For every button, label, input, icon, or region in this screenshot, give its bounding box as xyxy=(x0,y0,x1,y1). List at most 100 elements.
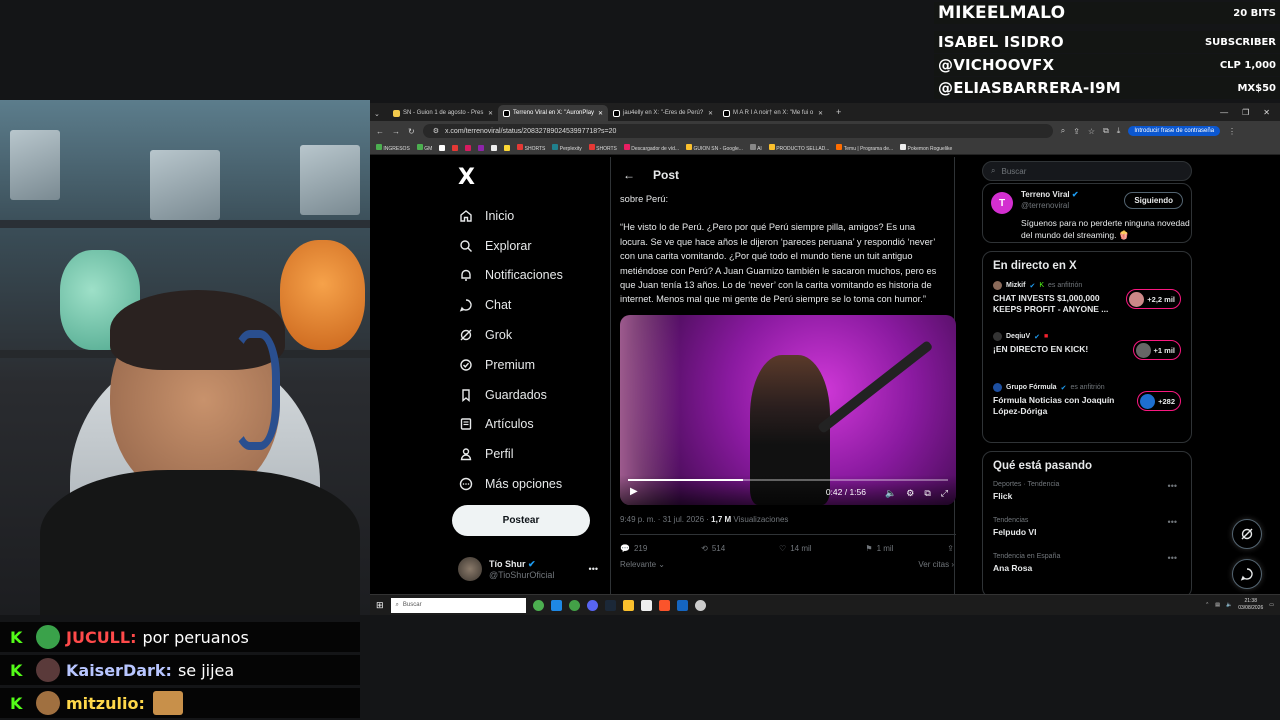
nav-item-articulos[interactable]: Artículos xyxy=(452,410,612,440)
steam-icon[interactable] xyxy=(604,599,616,611)
browser-tab[interactable]: M A R I A noir† en X: "Me fui o ✕ xyxy=(718,105,828,121)
nav-item-chat[interactable]: Chat xyxy=(452,290,612,320)
play-icon[interactable]: ▶ xyxy=(630,486,638,497)
taskbar-app-icon[interactable] xyxy=(550,599,562,611)
settings-icon[interactable]: ⚙ xyxy=(906,488,914,499)
live-item[interactable]: Mizkif ✔ Kes anfitrión CHAT INVESTS $1,000… xyxy=(993,281,1181,332)
messages-fab-icon[interactable] xyxy=(1232,559,1262,589)
windows-start-icon[interactable]: ⊞ xyxy=(376,600,384,611)
star-icon[interactable]: ☆ xyxy=(1088,127,1095,136)
browser-tab[interactable]: Terreno Viral en X: "AuronPlay ✕ xyxy=(498,105,608,121)
new-tab-icon[interactable]: + xyxy=(828,107,849,121)
notification-icon[interactable]: ▭ xyxy=(1269,602,1274,608)
bookmark-item[interactable]: SHORTS xyxy=(588,143,617,152)
video-player[interactable]: ▶ 0:42 / 1:56 🔈 ⚙ ⧉ ⤢ xyxy=(620,314,956,505)
nav-item-grok[interactable]: Grok xyxy=(452,320,612,350)
bookmark-icon[interactable] xyxy=(478,144,485,151)
bookmark-icon[interactable] xyxy=(452,144,459,151)
live-listeners-badge[interactable]: +2,2 mil xyxy=(1126,289,1181,309)
network-icon[interactable]: ▤ xyxy=(1215,602,1220,608)
discord-icon[interactable] xyxy=(586,599,598,611)
minimize-icon[interactable]: — xyxy=(1220,108,1228,117)
avatar[interactable]: T xyxy=(991,192,1013,214)
notepad-icon[interactable] xyxy=(640,599,652,611)
nav-item-notificaciones[interactable]: Notificaciones xyxy=(452,261,612,291)
post-button[interactable]: Postear xyxy=(452,504,590,536)
share-button[interactable]: ⇪ xyxy=(947,544,954,553)
bookmark-icon[interactable] xyxy=(465,144,472,151)
bookmark-button[interactable]: ⚑ 1 mil xyxy=(865,544,893,553)
taskbar-app-icon[interactable] xyxy=(568,599,580,611)
search-input[interactable]: ⌕ Buscar xyxy=(982,161,1192,181)
bookmark-item[interactable]: AI xyxy=(749,143,762,152)
url-field[interactable]: ⚙ x.com/terrenoviral/status/208327890245… xyxy=(422,124,1053,138)
site-info-icon[interactable]: ⚙ xyxy=(433,127,439,135)
trend-item[interactable]: Deportes · Tendencia Flick ••• xyxy=(993,481,1181,517)
close-window-icon[interactable]: ✕ xyxy=(1263,108,1270,117)
bookmark-item[interactable]: SHORTS xyxy=(517,143,545,152)
browser-tab[interactable]: jau4elly en X: "-Eres de Perú? ✕ xyxy=(608,105,718,121)
back-arrow-icon[interactable]: ← xyxy=(623,168,635,182)
bookmark-item[interactable]: GUION SN - Google... xyxy=(686,143,743,152)
taskbar-app-icon[interactable] xyxy=(676,599,688,611)
more-dots-icon[interactable]: ••• xyxy=(1168,553,1177,563)
following-button[interactable]: Siguiendo xyxy=(1124,192,1183,209)
back-icon[interactable]: ← xyxy=(376,127,384,136)
repost-button[interactable]: ⟲ 514 xyxy=(701,544,725,553)
more-dots-icon[interactable]: ••• xyxy=(1168,517,1177,527)
nav-item-perfil[interactable]: Perfil xyxy=(452,439,612,469)
nav-item-guardados[interactable]: Guardados xyxy=(452,380,612,410)
close-tab-icon[interactable]: ✕ xyxy=(598,110,603,117)
quotes-link[interactable]: Ver citas › xyxy=(918,560,954,569)
live-item[interactable]: DeqiuV ✔ ■ ¡EN DIRECTO EN KICK! +1 mil xyxy=(993,332,1181,383)
nav-item-premium[interactable]: Premium xyxy=(452,350,612,380)
clock[interactable]: 21:38 03/08/2026 xyxy=(1238,598,1263,612)
grok-fab-icon[interactable] xyxy=(1232,519,1262,549)
reload-icon[interactable]: ↻ xyxy=(408,127,415,136)
bookmark-item[interactable]: Pokemon Roguelike xyxy=(900,143,952,152)
bookmark-icon[interactable] xyxy=(504,144,511,151)
more-dots-icon[interactable]: ••• xyxy=(1168,481,1177,491)
download-icon[interactable]: ⤓ xyxy=(1117,126,1121,136)
chrome-icon[interactable] xyxy=(532,599,544,611)
trend-item[interactable]: Tendencias Felpudo VI ••• xyxy=(993,517,1181,553)
nav-item-mas-opciones[interactable]: Más opciones xyxy=(452,469,612,499)
fullscreen-icon[interactable]: ⤢ xyxy=(941,488,948,499)
bookmark-icon[interactable] xyxy=(439,144,446,151)
nav-item-explorar[interactable]: Explorar xyxy=(452,231,612,261)
tray-arrow-icon[interactable]: ⌃ xyxy=(1205,602,1209,608)
brave-icon[interactable] xyxy=(658,599,670,611)
extensions-icon[interactable]: ⧉ xyxy=(1103,126,1109,136)
menu-icon[interactable]: ⋮ xyxy=(1228,127,1236,136)
bookmark-item[interactable]: Perplexity xyxy=(552,143,582,152)
close-tab-icon[interactable]: ✕ xyxy=(818,110,823,117)
close-tab-icon[interactable]: ✕ xyxy=(708,110,713,117)
sort-dropdown[interactable]: Relevante ⌄ xyxy=(620,560,665,569)
taskbar-search[interactable]: ⌕ Buscar xyxy=(390,597,526,613)
pip-icon[interactable]: ⧉ xyxy=(924,488,930,499)
browser-tab[interactable]: SN - Guion 1 de agosto - Pres ✕ xyxy=(388,105,498,121)
x-logo-icon[interactable]: X xyxy=(458,165,612,190)
reply-button[interactable]: 💬 219 xyxy=(620,544,647,553)
live-listeners-badge[interactable]: +1 mil xyxy=(1132,340,1181,360)
nav-item-inicio[interactable]: Inicio xyxy=(452,201,612,231)
like-button[interactable]: ♡ 14 mil xyxy=(779,544,812,553)
volume-icon[interactable]: 🔈 xyxy=(885,488,896,499)
trend-item[interactable]: Tendencia en España Ana Rosa ••• xyxy=(993,553,1181,589)
close-tab-icon[interactable]: ✕ xyxy=(488,110,493,117)
forward-icon[interactable]: → xyxy=(392,127,400,136)
password-prompt-button[interactable]: Introducir frase de contraseña xyxy=(1128,126,1221,136)
taskbar-app-icon[interactable] xyxy=(694,599,706,611)
account-switcher[interactable]: Tío Shur ✔ @TioShurOficial ••• xyxy=(458,557,598,581)
bookmark-item[interactable]: PRODUCTO SELLAD... xyxy=(768,143,829,152)
share-icon[interactable]: ⇪ xyxy=(1073,127,1080,136)
bookmark-item[interactable]: GM xyxy=(416,143,432,152)
volume-icon[interactable]: 🔈 xyxy=(1226,602,1232,608)
bookmark-icon[interactable] xyxy=(491,144,498,151)
maximize-icon[interactable]: ❐ xyxy=(1242,108,1249,117)
video-progress-bar[interactable] xyxy=(628,478,948,481)
bookmark-item[interactable]: Descargador de víd... xyxy=(623,143,679,152)
folder-icon[interactable] xyxy=(622,599,634,611)
tab-list-icon[interactable]: ⌄ xyxy=(374,110,388,121)
more-dots-icon[interactable]: ••• xyxy=(589,564,598,574)
